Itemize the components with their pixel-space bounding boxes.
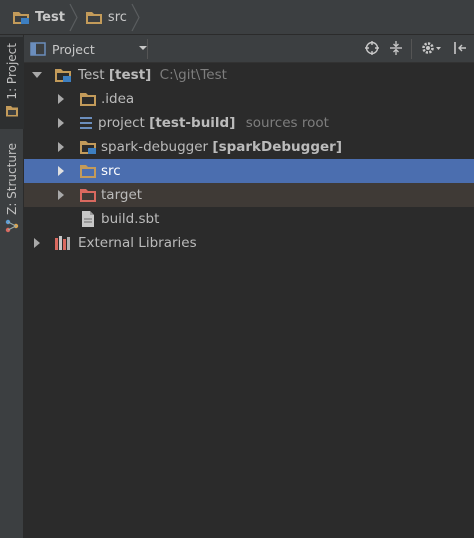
breadcrumb-label: src [107, 9, 127, 25]
file-icon [82, 211, 94, 227]
tree-node-src[interactable]: src [24, 159, 474, 183]
tree-node-project[interactable]: project [test-build] sources root [24, 111, 474, 135]
excluded-folder-icon [80, 189, 96, 202]
navigation-bar: Test src [0, 0, 474, 35]
breadcrumb-label: Test [35, 9, 65, 25]
folder-icon [85, 11, 102, 24]
project-tree: Test [test] C:\git\Test .idea project [t… [24, 63, 474, 538]
hide-panel-icon[interactable] [451, 40, 467, 56]
project-toolbar: Project [24, 35, 474, 63]
collapsed-arrow-icon[interactable] [56, 166, 66, 176]
library-icon [55, 236, 70, 250]
node-name: .idea [101, 91, 135, 107]
tab-structure[interactable]: Z: Structure [0, 143, 24, 243]
view-selector[interactable]: Project [30, 38, 148, 60]
tree-node-spark-debugger[interactable]: spark-debugger [sparkDebugger] [24, 135, 474, 159]
module-name: [test] [108, 67, 152, 83]
tab-project-label: 1: Project [5, 43, 19, 100]
node-name: src [101, 163, 121, 179]
tree-node-idea[interactable]: .idea [24, 87, 474, 111]
breadcrumb-separator-icon [69, 3, 78, 31]
breadcrumb-separator-icon [131, 3, 140, 31]
sources-root-icon [80, 117, 92, 129]
node-note: sources root [245, 115, 329, 131]
scroll-from-source-icon[interactable] [364, 40, 380, 56]
collapse-all-icon[interactable] [388, 40, 404, 56]
project-icon [6, 105, 18, 117]
tree-node-test[interactable]: Test [test] C:\git\Test [24, 63, 474, 87]
node-name: External Libraries [78, 235, 197, 251]
project-view-icon [30, 42, 46, 56]
expand-arrow-icon[interactable] [32, 70, 42, 80]
settings-icon[interactable] [420, 40, 442, 56]
structure-icon [5, 219, 19, 233]
tree-node-target[interactable]: target [24, 183, 474, 207]
tool-window-strip: 1: Project Z: Structure [0, 35, 24, 538]
collapsed-arrow-icon[interactable] [56, 190, 66, 200]
node-name: project [98, 115, 145, 131]
toolbar-divider [411, 39, 412, 59]
collapsed-arrow-icon[interactable] [56, 142, 66, 152]
tree-node-build-sbt[interactable]: build.sbt [24, 207, 474, 231]
node-name: build.sbt [101, 211, 160, 227]
node-name: target [101, 187, 143, 203]
folder-icon [80, 165, 96, 178]
module-folder-icon [13, 11, 29, 24]
module-name: [sparkDebugger] [212, 139, 342, 155]
collapsed-arrow-icon[interactable] [56, 118, 66, 128]
module-name: [test-build] [149, 115, 236, 131]
module-folder-icon [55, 69, 71, 82]
collapsed-arrow-icon[interactable] [56, 94, 66, 104]
tab-project[interactable]: 1: Project [0, 37, 24, 129]
node-path: C:\git\Test [159, 67, 227, 83]
breadcrumb-src[interactable]: src [85, 0, 127, 34]
folder-icon [80, 93, 96, 106]
node-name: Test [78, 67, 105, 83]
tab-structure-label: Z: Structure [5, 143, 19, 215]
toolbar-divider [147, 39, 148, 59]
node-name: spark-debugger [101, 139, 209, 155]
breadcrumb-test[interactable]: Test [12, 0, 65, 34]
tree-node-external-libraries[interactable]: External Libraries [24, 231, 474, 255]
collapsed-arrow-icon[interactable] [32, 238, 42, 248]
view-selector-label: Project [52, 41, 95, 57]
module-folder-icon [80, 141, 96, 154]
